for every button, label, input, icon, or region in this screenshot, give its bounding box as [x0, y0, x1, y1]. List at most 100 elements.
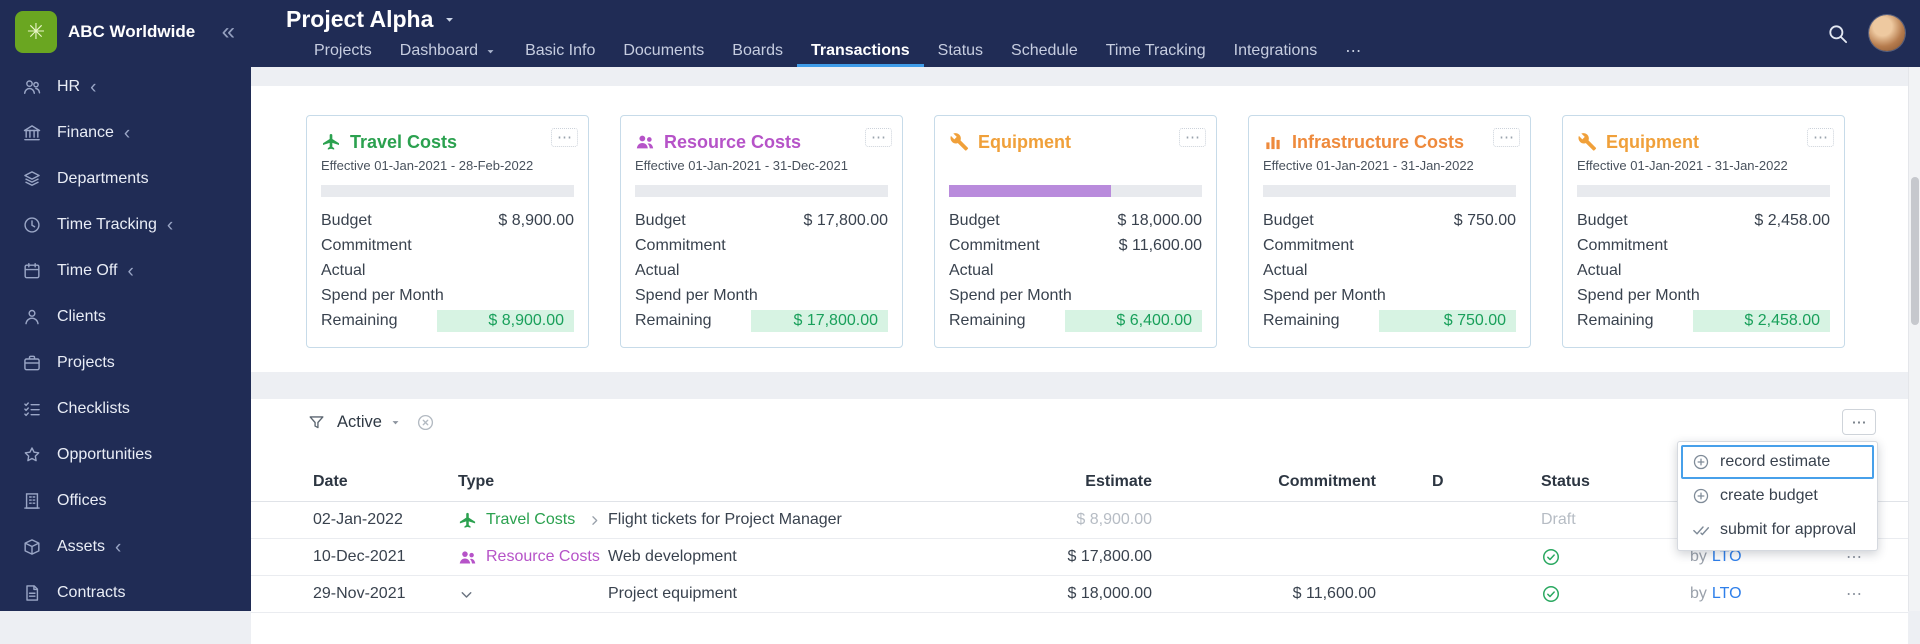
- sidebar-item-label: HR: [57, 78, 81, 95]
- double-check-icon: [1692, 521, 1710, 539]
- col-header-date[interactable]: Date: [313, 473, 458, 491]
- remaining-value: $ 6,400.00: [1065, 309, 1202, 332]
- transaction-type[interactable]: Travel Costs: [458, 511, 608, 530]
- sidebar-item-finance[interactable]: Finance ‹: [0, 110, 251, 156]
- card-title: Travel Costs: [350, 131, 458, 152]
- card-more-icon[interactable]: ⋯: [865, 128, 892, 147]
- expand-row-chevron-icon[interactable]: [458, 586, 475, 603]
- card-more-icon[interactable]: ⋯: [1179, 128, 1206, 147]
- col-header-status[interactable]: Status: [1541, 473, 1690, 491]
- vertical-scrollbar[interactable]: [1908, 67, 1920, 611]
- sidebar-item-hr[interactable]: HR ‹: [0, 64, 251, 110]
- sidebar-item-assets[interactable]: Assets ‹: [0, 524, 251, 570]
- tab-dashboard[interactable]: Dashboard: [386, 38, 511, 67]
- effective-dates: Effective 01-Jan-2021 - 31-Jan-2022: [1263, 158, 1474, 173]
- filter-value: Active: [337, 412, 382, 431]
- budget-card-travel-costs: ⋯ Travel Costs Effective 01-Jan-2021 - 2…: [306, 115, 589, 348]
- commitment-value: $ 11,600.00: [1292, 585, 1376, 602]
- chevron-left-icon: ‹: [90, 76, 97, 98]
- caret-down-icon: [484, 45, 497, 58]
- building-icon: [22, 491, 42, 511]
- menu-item-label: submit for approval: [1720, 521, 1857, 538]
- sidebar-item-opportunities[interactable]: Opportunities: [0, 432, 251, 478]
- sidebar-item-checklists[interactable]: Checklists: [0, 386, 251, 432]
- search-icon[interactable]: [1826, 22, 1849, 45]
- sidebar-item-label: Departments: [57, 170, 149, 187]
- transaction-description[interactable]: Web development: [608, 548, 962, 566]
- budget-cards-panel: ⋯ Travel Costs Effective 01-Jan-2021 - 2…: [251, 86, 1908, 372]
- tab-basic-info[interactable]: Basic Info: [511, 38, 609, 67]
- menu-item-record-estimate[interactable]: record estimate: [1681, 445, 1874, 479]
- transaction-row[interactable]: 02-Jan-2022 Travel Costs Flight tickets …: [251, 502, 1908, 539]
- row-label: Actual: [1577, 261, 1622, 279]
- row-label: Remaining: [321, 311, 398, 329]
- remaining-value: $ 17,800.00: [751, 309, 888, 332]
- sidebar-item-departments[interactable]: Departments: [0, 156, 251, 202]
- row-label: Actual: [1263, 261, 1308, 279]
- transaction-description[interactable]: Project equipment: [608, 585, 962, 603]
- caret-down-icon: [389, 416, 402, 429]
- transaction-type[interactable]: [458, 586, 608, 603]
- chevron-left-icon: ‹: [115, 536, 122, 558]
- star-icon: [22, 445, 42, 465]
- panel-more-button[interactable]: ⋯: [1842, 409, 1876, 435]
- wrench-icon: [949, 132, 969, 152]
- menu-item-create-budget[interactable]: create budget: [1681, 479, 1874, 513]
- row-label: Budget: [321, 211, 372, 229]
- clear-filter-icon[interactable]: [416, 413, 435, 432]
- sidebar-item-offices[interactable]: Offices: [0, 478, 251, 524]
- remaining-value: $ 750.00: [1379, 309, 1516, 332]
- tab-boards[interactable]: Boards: [718, 38, 797, 67]
- caret-down-icon[interactable]: [442, 12, 457, 27]
- document-icon: [22, 583, 42, 603]
- budget-progress-bar: [635, 185, 888, 197]
- budget-card-equipment-2: ⋯ Equipment Effective 01-Jan-2021 - 31-J…: [1562, 115, 1845, 348]
- sidebar-item-contracts[interactable]: Contracts: [0, 570, 251, 616]
- transaction-row[interactable]: 29-Nov-2021 Project equipment $ 18,000.0…: [251, 576, 1908, 613]
- sidebar-item-clients[interactable]: Clients: [0, 294, 251, 340]
- sidebar-item-label: Checklists: [57, 400, 130, 417]
- tab-documents[interactable]: Documents: [609, 38, 718, 67]
- tab-time-tracking[interactable]: Time Tracking: [1092, 38, 1220, 67]
- transaction-description[interactable]: Flight tickets for Project Manager: [608, 511, 962, 529]
- card-more-icon[interactable]: ⋯: [1493, 128, 1520, 147]
- scrollbar-thumb[interactable]: [1911, 177, 1919, 325]
- user-avatar[interactable]: [1869, 15, 1905, 51]
- transaction-row[interactable]: 10-Dec-2021 Resource Costs Web developme…: [251, 539, 1908, 576]
- collapse-sidebar-icon[interactable]: «: [222, 20, 235, 44]
- sidebar-item-time-tracking[interactable]: Time Tracking ‹: [0, 202, 251, 248]
- tab-transactions[interactable]: Transactions: [796, 38, 924, 67]
- tab-more[interactable]: ⋯: [1331, 38, 1375, 67]
- tab-schedule[interactable]: Schedule: [997, 38, 1092, 67]
- row-label: Budget: [1263, 211, 1314, 229]
- card-more-icon[interactable]: ⋯: [1807, 128, 1834, 147]
- tab-integrations[interactable]: Integrations: [1220, 38, 1332, 67]
- people-icon: [22, 77, 42, 97]
- col-header-estimate[interactable]: Estimate: [962, 473, 1152, 491]
- status-approved: [1541, 547, 1690, 567]
- row-more-icon[interactable]: ⋯: [1800, 584, 1878, 604]
- menu-item-submit-for-approval[interactable]: submit for approval: [1681, 513, 1874, 547]
- col-header-type[interactable]: Type: [458, 473, 608, 491]
- card-more-icon[interactable]: ⋯: [551, 128, 578, 147]
- page-title[interactable]: Project Alpha: [286, 6, 433, 33]
- transaction-date: 10-Dec-2021: [313, 548, 406, 565]
- col-header-difference[interactable]: D: [1376, 473, 1541, 491]
- col-header-commitment[interactable]: Commitment: [1152, 473, 1376, 491]
- sidebar-item-projects[interactable]: Projects: [0, 340, 251, 386]
- budget-progress-bar: [321, 185, 574, 197]
- approver-link[interactable]: LTO: [1712, 585, 1742, 603]
- row-label: Remaining: [949, 311, 1026, 329]
- transaction-type[interactable]: Resource Costs: [458, 548, 608, 567]
- sidebar-item-time-off[interactable]: Time Off ‹: [0, 248, 251, 294]
- tab-status[interactable]: Status: [924, 38, 997, 67]
- people-icon: [635, 132, 655, 152]
- tab-projects[interactable]: Projects: [300, 38, 386, 67]
- sidebar-item-label: Time Off: [57, 262, 118, 279]
- by-prefix: by: [1690, 585, 1707, 602]
- sidebar-item-label: Clients: [57, 308, 106, 325]
- filter-active-dropdown[interactable]: Active: [307, 413, 416, 432]
- row-label: Commitment: [949, 236, 1040, 254]
- chevron-left-icon: ‹: [123, 122, 131, 144]
- progress-fill: [949, 185, 1111, 197]
